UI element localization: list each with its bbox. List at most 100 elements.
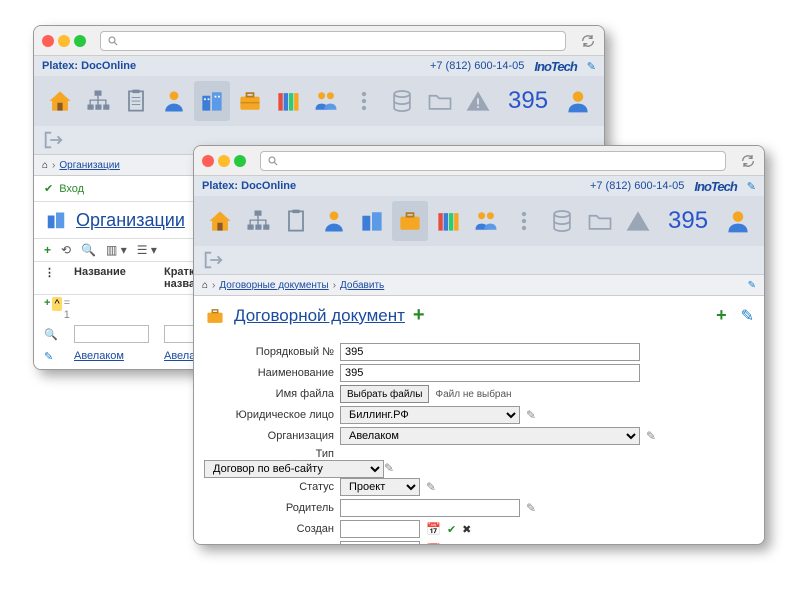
file-button[interactable]: Выбрать файлы [340, 385, 429, 403]
books-button[interactable] [270, 81, 306, 121]
minimize-dot[interactable] [58, 35, 70, 47]
maximize-dot[interactable] [74, 35, 86, 47]
edit-icon[interactable]: ✎ [748, 280, 756, 291]
refresh-small-icon[interactable]: ⟲ [61, 243, 71, 257]
folder-icon[interactable] [582, 201, 618, 241]
crumb-docs[interactable]: Договорные документы [219, 280, 328, 291]
search-icon [267, 155, 279, 167]
page-title[interactable]: Договорной документ [234, 306, 405, 326]
type-select[interactable]: Договор по веб-сайту [204, 460, 384, 478]
person-button[interactable] [316, 201, 352, 241]
page-title[interactable]: Организации [76, 210, 185, 231]
legal-select[interactable]: Биллинг.РФ [340, 406, 520, 424]
breadcrumb: ⌂ › Договорные документы › Добавить ✎ [194, 274, 764, 296]
minimize-dot[interactable] [218, 155, 230, 167]
crumb-orgs[interactable]: Организации [59, 160, 119, 171]
warning-icon[interactable] [620, 201, 656, 241]
ord-input[interactable] [340, 343, 640, 361]
created-input[interactable] [340, 520, 420, 538]
close-dot[interactable] [202, 155, 214, 167]
home-crumb-icon[interactable]: ⌂ [202, 280, 208, 291]
more-icon[interactable] [506, 201, 542, 241]
database-icon[interactable] [544, 201, 580, 241]
folder-icon[interactable] [422, 81, 458, 121]
app-header: Platex: DocOnline +7 (812) 600-14-05 Ino… [194, 176, 764, 196]
cell-name[interactable]: Авелаком [74, 350, 124, 362]
buildings-button[interactable] [354, 201, 390, 241]
edit-icon[interactable]: ✎ [747, 180, 756, 193]
created-label: Создан [204, 523, 334, 535]
hierarchy-button[interactable] [80, 81, 116, 121]
accept-icon[interactable]: ✔ [447, 523, 456, 536]
col-name[interactable]: Название [74, 266, 164, 290]
counter: 395 [508, 87, 548, 115]
columns-icon[interactable]: ▥ ▾ [106, 243, 127, 257]
add-icon[interactable]: + [44, 243, 51, 257]
books-button[interactable] [430, 201, 466, 241]
user-avatar[interactable] [720, 201, 756, 241]
filter-name[interactable] [74, 325, 149, 343]
home-crumb-icon[interactable]: ⌂ [42, 160, 48, 171]
list-icon[interactable]: ☰ ▾ [137, 243, 157, 257]
briefcase-icon [204, 305, 226, 327]
collapse-icon[interactable]: ^ [52, 297, 61, 311]
search-small-icon[interactable]: 🔍 [81, 243, 96, 257]
briefcase-button[interactable] [232, 81, 268, 121]
exit-icon[interactable] [42, 129, 64, 151]
exit-row [194, 246, 764, 274]
refresh-icon[interactable] [580, 33, 596, 49]
exit-icon[interactable] [202, 249, 224, 271]
edit-field-icon[interactable]: ✎ [526, 408, 536, 422]
people-button[interactable] [468, 201, 504, 241]
edit-field-icon[interactable]: ✎ [384, 461, 394, 475]
org-select[interactable]: Авелаком [340, 427, 640, 445]
phone: +7 (812) 600-14-05 [430, 60, 524, 72]
clipboard-button[interactable] [278, 201, 314, 241]
add-icon[interactable]: + [413, 304, 425, 327]
person-button[interactable] [156, 81, 192, 121]
url-search[interactable] [260, 151, 726, 171]
file-status: Файл не выбран [435, 389, 511, 400]
maximize-dot[interactable] [234, 155, 246, 167]
hierarchy-button[interactable] [240, 201, 276, 241]
clear-icon[interactable]: ✖ [462, 544, 471, 546]
database-icon[interactable] [384, 81, 420, 121]
row-search-icon[interactable]: 🔍 [44, 328, 58, 341]
crumb-add[interactable]: Добавить [340, 280, 384, 291]
window-contract-doc: Platex: DocOnline +7 (812) 600-14-05 Ino… [193, 145, 765, 545]
start-input[interactable] [340, 541, 420, 545]
home-button[interactable] [42, 81, 78, 121]
refresh-icon[interactable] [740, 153, 756, 169]
row-add-icon[interactable]: + [44, 297, 50, 321]
check-icon: ✔ [44, 182, 53, 195]
org-label: Организация [204, 430, 334, 442]
buildings-button[interactable] [194, 81, 230, 121]
parent-input[interactable] [340, 499, 520, 517]
edit-icon[interactable]: ✎ [741, 306, 754, 326]
url-search[interactable] [100, 31, 566, 51]
status-select[interactable]: Проект [340, 478, 420, 496]
clipboard-button[interactable] [118, 81, 154, 121]
calendar-icon[interactable]: 📅 [426, 522, 441, 536]
app-header: Platex: DocOnline +7 (812) 600-14-05 Ino… [34, 56, 604, 76]
titlebar [194, 146, 764, 176]
close-dot[interactable] [42, 35, 54, 47]
name-input[interactable] [340, 364, 640, 382]
buildings-icon [44, 208, 68, 232]
clear-icon[interactable]: ✖ [462, 523, 471, 536]
edit-field-icon[interactable]: ✎ [646, 429, 656, 443]
row-edit-icon[interactable]: ✎ [44, 350, 53, 363]
calendar-icon[interactable]: 📅 [426, 543, 441, 545]
more-icon[interactable] [346, 81, 382, 121]
briefcase-button[interactable] [392, 201, 428, 241]
copy-icon[interactable]: ⧉ [477, 543, 486, 546]
home-button[interactable] [202, 201, 238, 241]
accept-icon[interactable]: ✔ [447, 544, 456, 546]
user-avatar[interactable] [560, 81, 596, 121]
people-button[interactable] [308, 81, 344, 121]
warning-icon[interactable] [460, 81, 496, 121]
add-right-icon[interactable]: + [716, 305, 727, 326]
edit-field-icon[interactable]: ✎ [526, 501, 536, 515]
edit-icon[interactable]: ✎ [587, 60, 596, 73]
edit-field-icon[interactable]: ✎ [426, 480, 436, 494]
